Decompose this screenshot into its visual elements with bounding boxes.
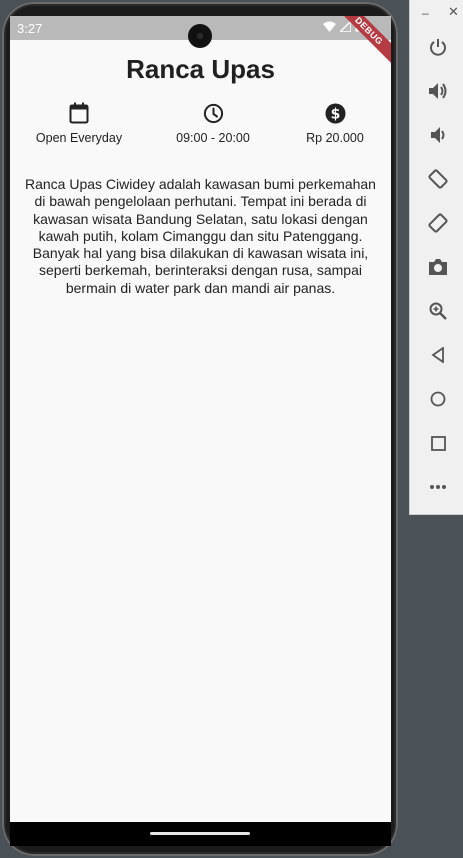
more-button[interactable] (427, 476, 449, 498)
power-icon (430, 39, 446, 56)
volume-up-icon (429, 83, 447, 99)
place-description: Ranca Upas Ciwidey adalah kawasan bumi p… (25, 176, 376, 296)
emulator-toolbar: – ✕ (409, 0, 463, 515)
screenshot-button[interactable] (427, 256, 449, 278)
page-title: Ranca Upas (126, 54, 275, 84)
phone-frame: 3:27 DEBUG Ranca Upas Open Everyday 09:0… (2, 2, 398, 856)
info-hours: 09:00 - 20:00 (153, 102, 273, 145)
calendar-icon (69, 102, 89, 124)
overview-icon (430, 435, 446, 451)
more-icon (430, 485, 446, 489)
volume-down-button[interactable] (427, 124, 449, 146)
overview-button[interactable] (427, 432, 449, 454)
info-price: $ Rp 20.000 (275, 102, 391, 145)
status-time: 3:27 (17, 21, 43, 36)
svg-text:$: $ (330, 106, 340, 122)
info-hours-label: 09:00 - 20:00 (176, 131, 250, 145)
home-indicator[interactable] (150, 832, 250, 835)
volume-down-icon (431, 127, 445, 143)
app-screen: 3:27 DEBUG Ranca Upas Open Everyday 09:0… (10, 16, 391, 846)
info-price-label: Rp 20.000 (306, 131, 364, 145)
close-icon[interactable]: ✕ (448, 4, 459, 20)
toolbar-window-controls: – ✕ (410, 4, 463, 22)
dollar-icon: $ (325, 103, 345, 123)
power-button[interactable] (427, 36, 449, 58)
wifi-icon (323, 21, 336, 32)
info-open-days: Open Everyday (19, 102, 139, 145)
rotate-left-icon (428, 169, 448, 189)
volume-up-button[interactable] (427, 80, 449, 102)
rotate-left-button[interactable] (427, 168, 449, 190)
camera-icon (429, 259, 447, 275)
front-camera (188, 24, 212, 48)
clock-icon (203, 103, 223, 123)
rotate-right-icon (428, 213, 448, 233)
back-icon (431, 347, 444, 363)
minimize-icon[interactable]: – (422, 6, 429, 20)
info-open-days-label: Open Everyday (35, 131, 123, 145)
rotate-right-button[interactable] (427, 212, 449, 234)
info-row: Open Everyday 09:00 - 20:00 $ Rp 20.000 (10, 102, 391, 152)
back-button[interactable] (427, 344, 449, 366)
navigation-bar (10, 822, 391, 846)
home-button[interactable] (427, 388, 449, 410)
zoom-icon (429, 302, 447, 320)
zoom-button[interactable] (427, 300, 449, 322)
home-icon (430, 391, 446, 407)
